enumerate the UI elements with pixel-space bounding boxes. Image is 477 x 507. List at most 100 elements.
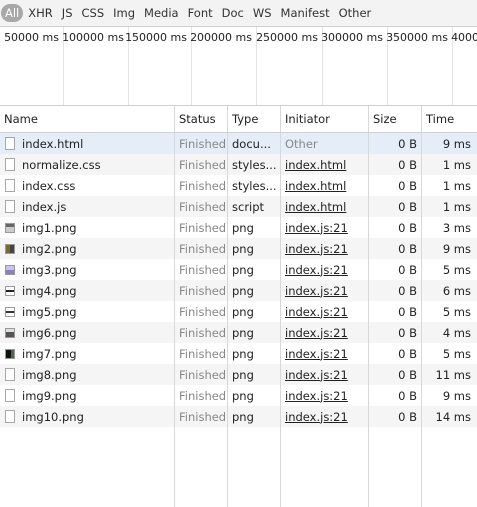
filter-css[interactable]: CSS xyxy=(78,4,109,22)
table-row[interactable]: img4.png Finished png index.js:21 0 B 6 ms xyxy=(0,280,477,301)
table-header-row: Name Status Type Initiator Size Time xyxy=(0,106,477,133)
table-row[interactable]: img7.png Finished png index.js:21 0 B 5 ms xyxy=(0,343,477,364)
request-name: normalize.css xyxy=(22,157,101,172)
filter-all[interactable]: All xyxy=(1,4,24,22)
request-size: 0 B xyxy=(369,301,422,322)
table-row[interactable]: img9.png Finished png index.js:21 0 B 9 ms xyxy=(0,385,477,406)
request-name-cell[interactable]: index.js xyxy=(0,196,175,217)
column-header-initiator[interactable]: Initiator xyxy=(281,106,369,132)
initiator-link[interactable]: index.js:21 xyxy=(285,347,348,361)
filter-media[interactable]: Media xyxy=(140,4,183,22)
column-divider xyxy=(280,427,281,507)
column-header-type[interactable]: Type xyxy=(228,106,281,132)
image-thumbnail-icon xyxy=(5,243,15,254)
image-thumbnail-icon xyxy=(5,306,15,317)
table-empty-area xyxy=(0,427,477,507)
column-header-name[interactable]: Name xyxy=(0,106,175,132)
column-divider xyxy=(174,427,175,507)
filter-manifest[interactable]: Manifest xyxy=(277,4,334,22)
table-row[interactable]: img1.png Finished png index.js:21 0 B 3 ms xyxy=(0,217,477,238)
request-name-cell[interactable]: img5.png xyxy=(0,301,175,322)
request-status: Finished xyxy=(175,259,228,280)
request-name-cell[interactable]: index.css xyxy=(0,175,175,196)
initiator-link[interactable]: index.html xyxy=(285,158,346,172)
initiator-link[interactable]: index.html xyxy=(285,179,346,193)
initiator-link[interactable]: index.js:21 xyxy=(285,242,348,256)
request-name: img7.png xyxy=(22,346,77,361)
initiator-link[interactable]: index.js:21 xyxy=(285,263,348,277)
request-name-cell[interactable]: img6.png xyxy=(0,322,175,343)
request-type: styles... xyxy=(228,175,281,196)
table-row[interactable]: img2.png Finished png index.js:21 0 B 9 ms xyxy=(0,238,477,259)
request-name-cell[interactable]: img2.png xyxy=(0,238,175,259)
table-row[interactable]: img10.png Finished png index.js:21 0 B 14 ms xyxy=(0,406,477,427)
network-timeline-overview[interactable]: 50000 ms 100000 ms 150000 ms 200000 ms 25000… xyxy=(0,27,477,106)
filter-xhr[interactable]: XHR xyxy=(24,4,57,22)
table-row[interactable]: index.html Finished docu... Other 0 B 9 ms xyxy=(0,133,477,154)
image-thumbnail-icon xyxy=(5,327,15,338)
initiator-link[interactable]: index.js:21 xyxy=(285,410,348,424)
request-initiator-cell: index.js:21 xyxy=(281,217,369,238)
table-row[interactable]: img8.png Finished png index.js:21 0 B 11 ms xyxy=(0,364,477,385)
request-name-cell[interactable]: img9.png xyxy=(0,385,175,406)
initiator-link[interactable]: index.html xyxy=(285,200,346,214)
request-time: 4 ms xyxy=(442,325,471,340)
table-row[interactable]: normalize.css Finished styles... index.html… xyxy=(0,154,477,175)
column-header-time[interactable]: Time xyxy=(422,106,477,132)
request-time: 11 ms xyxy=(435,367,471,382)
request-type: png xyxy=(228,364,281,385)
request-initiator-cell: index.js:21 xyxy=(281,364,369,385)
filter-other[interactable]: Other xyxy=(335,4,376,22)
request-name-cell[interactable]: img4.png xyxy=(0,280,175,301)
request-type: png xyxy=(228,217,281,238)
request-type: png xyxy=(228,238,281,259)
initiator-link[interactable]: index.js:21 xyxy=(285,284,348,298)
document-icon xyxy=(5,200,15,213)
filter-ws[interactable]: WS xyxy=(249,4,276,22)
request-initiator-cell: index.js:21 xyxy=(281,238,369,259)
filter-font[interactable]: Font xyxy=(184,4,217,22)
table-row[interactable]: index.js Finished script index.html 0 B 1 ms xyxy=(0,196,477,217)
request-time: 1 ms xyxy=(442,199,471,214)
request-time: 9 ms xyxy=(442,241,471,256)
request-type: docu... xyxy=(228,133,281,154)
request-name-cell[interactable]: img1.png xyxy=(0,217,175,238)
request-status: Finished xyxy=(175,385,228,406)
filter-doc[interactable]: Doc xyxy=(218,4,248,22)
request-name-cell[interactable]: img3.png xyxy=(0,259,175,280)
request-size: 0 B xyxy=(369,238,422,259)
timeline-tick: 400000 ms xyxy=(0,27,477,105)
request-time: 9 ms xyxy=(442,388,471,403)
request-status: Finished xyxy=(175,196,228,217)
filter-js[interactable]: JS xyxy=(58,4,77,22)
request-name-cell[interactable]: normalize.css xyxy=(0,154,175,175)
request-name-cell[interactable]: index.html xyxy=(0,133,175,154)
request-name-cell[interactable]: img8.png xyxy=(0,364,175,385)
initiator-link[interactable]: index.js:21 xyxy=(285,326,348,340)
table-row[interactable]: img3.png Finished png index.js:21 0 B 5 ms xyxy=(0,259,477,280)
table-row[interactable]: index.css Finished styles... index.html 0 B 1… xyxy=(0,175,477,196)
request-status: Finished xyxy=(175,364,228,385)
filter-img[interactable]: Img xyxy=(109,4,139,22)
request-time: 5 ms xyxy=(442,304,471,319)
request-name-cell[interactable]: img7.png xyxy=(0,343,175,364)
network-filter-bar: All XHR JS CSS Img Media Font Doc WS Manifest Othe… xyxy=(0,0,477,27)
request-status: Finished xyxy=(175,322,228,343)
initiator-link[interactable]: index.js:21 xyxy=(285,368,348,382)
request-size: 0 B xyxy=(369,133,422,154)
request-name: index.html xyxy=(22,136,84,151)
request-name: img10.png xyxy=(22,409,84,424)
table-row[interactable]: img5.png Finished png index.js:21 0 B 5 ms xyxy=(0,301,477,322)
table-row[interactable]: img6.png Finished png index.js:21 0 B 4 ms xyxy=(0,322,477,343)
request-size: 0 B xyxy=(369,322,422,343)
document-icon xyxy=(5,137,15,150)
request-type: png xyxy=(228,259,281,280)
request-status: Finished xyxy=(175,238,228,259)
column-header-size[interactable]: Size xyxy=(369,106,422,132)
column-header-status[interactable]: Status xyxy=(175,106,228,132)
initiator-link[interactable]: index.js:21 xyxy=(285,389,348,403)
request-name-cell[interactable]: img10.png xyxy=(0,406,175,427)
initiator-link[interactable]: index.js:21 xyxy=(285,305,348,319)
request-type: script xyxy=(228,196,281,217)
initiator-link[interactable]: index.js:21 xyxy=(285,221,348,235)
